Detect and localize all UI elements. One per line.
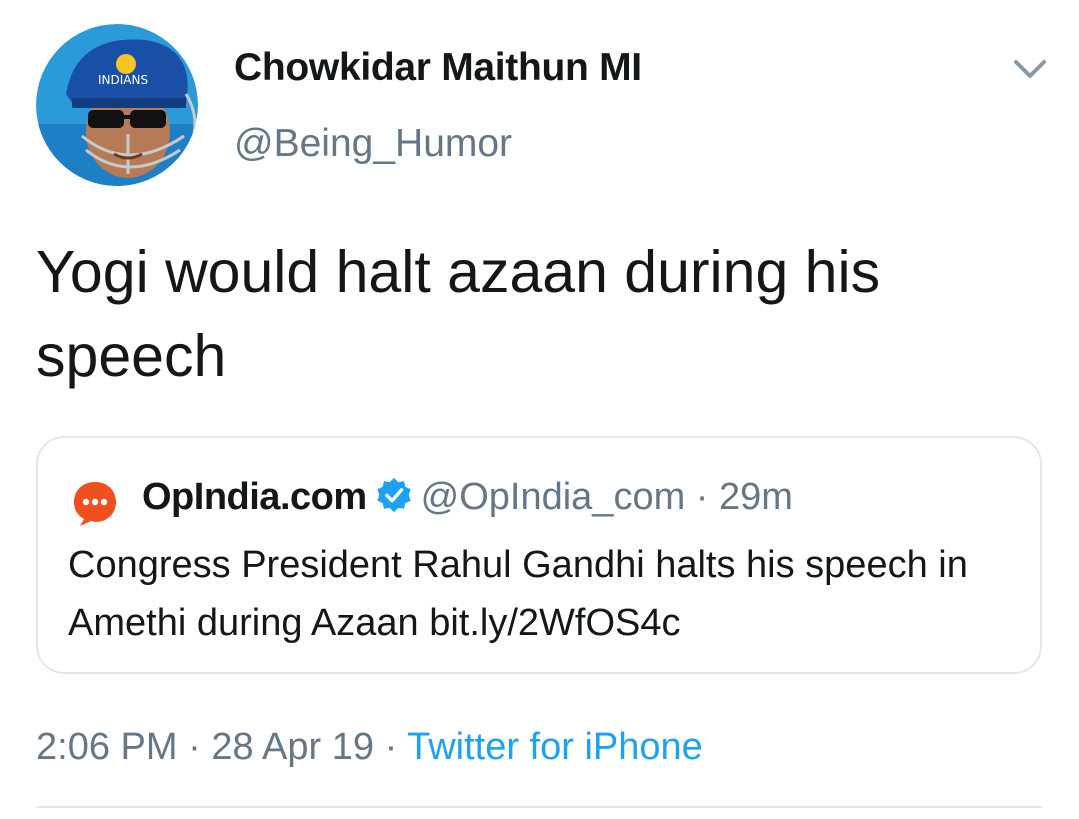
quoted-display-name[interactable]: OpIndia.com [142, 476, 367, 518]
verified-badge-icon [377, 477, 411, 513]
tweet-metadata: 2:06 PM · 28 Apr 19 · Twitter for iPhone [36, 722, 703, 772]
tweet-card: INDIANS Chowkidar Maithun MI @Being_Humo… [0, 0, 1079, 819]
tweet-text: Yogi would halt azaan during his speech [36, 239, 881, 389]
tweet-source-link[interactable]: Twitter for iPhone [407, 726, 703, 768]
svg-text:INDIANS: INDIANS [98, 73, 148, 87]
quoted-separator: · [695, 476, 709, 518]
meta-separator: · [384, 726, 398, 768]
meta-separator: · [188, 726, 201, 768]
quoted-timestamp[interactable]: 29m [719, 476, 793, 518]
quoted-tweet-header: OpIndia.com @OpIndia_com · 29m [142, 472, 793, 522]
tweet-date[interactable]: 28 Apr 19 [211, 726, 374, 768]
quoted-tweet-text: Congress President Rahul Gandhi halts hi… [68, 544, 968, 644]
quoted-tweet[interactable]: OpIndia.com @OpIndia_com · 29m Congress P… [36, 436, 1042, 674]
author-avatar[interactable]: INDIANS [36, 24, 198, 186]
opindia-logo-icon [70, 478, 120, 528]
author-display-name[interactable]: Chowkidar Maithun MI [234, 46, 642, 90]
author-handle[interactable]: @Being_Humor [234, 122, 512, 166]
tweet-time[interactable]: 2:06 PM [36, 726, 178, 768]
chevron-down-icon[interactable] [1010, 54, 1050, 84]
quoted-handle[interactable]: @OpIndia_com [421, 476, 686, 518]
divider [36, 806, 1042, 808]
avatar-image: INDIANS [36, 24, 198, 186]
